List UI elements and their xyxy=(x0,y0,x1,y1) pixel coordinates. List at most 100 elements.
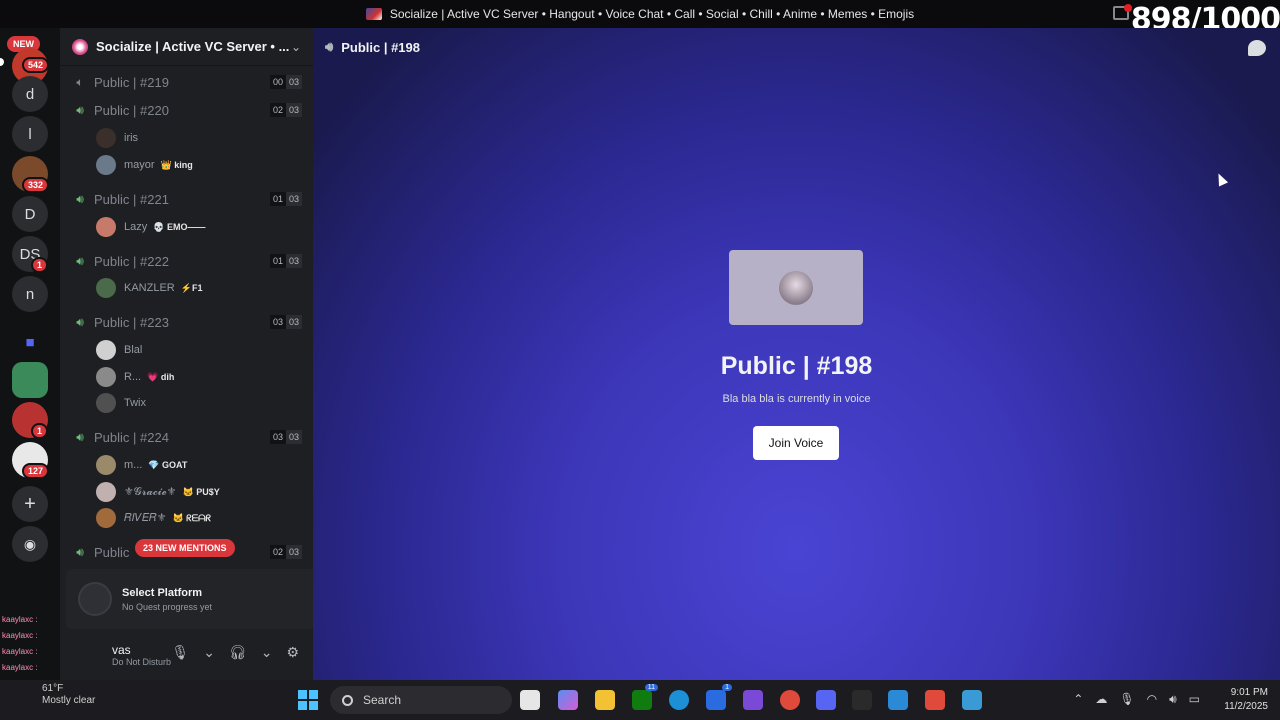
voice-user[interactable]: m... 💎 GOAT xyxy=(96,453,187,477)
store-icon[interactable]: 1 xyxy=(706,684,732,710)
add-server-icon[interactable]: + xyxy=(12,486,48,522)
windows-taskbar: 61°F Mostly clear Search 11 1 ⌃ ☁ 🎙︎ ◠ 🔊… xyxy=(0,680,1280,720)
voice-channel[interactable]: 🔊︎ Public | #220 02 03 xyxy=(72,98,302,122)
user-panel: vas Do Not Disturb 🎙︎ ⌄ 🎧︎ ⌄ ⚙ xyxy=(60,630,313,680)
voice-user[interactable]: Lazy 💀 EMO—— xyxy=(96,215,205,239)
app-icon[interactable] xyxy=(888,690,908,710)
voice-user[interactable]: iris xyxy=(96,126,138,150)
speaker-icon: 🔊︎ xyxy=(76,253,84,268)
server-icon-game[interactable] xyxy=(12,362,48,398)
server-badge-127: 127 xyxy=(22,463,50,479)
join-voice-button[interactable]: Join Voice xyxy=(753,426,839,460)
user-name: 𝑅𝐼𝑉𝐸𝑅⚜ xyxy=(124,512,167,524)
voice-user[interactable]: Twix xyxy=(96,391,146,415)
gear-icon[interactable]: ⚙ xyxy=(286,644,299,661)
taskbar-clock[interactable]: 9:01 PM 11/2/2025 xyxy=(1224,686,1268,714)
chevron-down-icon[interactable]: ⌄ xyxy=(261,644,273,661)
voice-channel[interactable]: 🔊︎ Public | #221 01 03 xyxy=(72,187,302,211)
user-name: Lazy xyxy=(124,221,148,233)
stream-chat-overlay: kaaylaxc : kaaylaxc : kaaylaxc : kaaylax… xyxy=(2,615,38,672)
chrome-icon[interactable] xyxy=(780,690,800,710)
avatar xyxy=(96,455,116,475)
user-name: R... xyxy=(124,371,142,383)
voice-user[interactable]: R... 💗 dih xyxy=(96,365,174,389)
microphone-icon[interactable]: 🎙︎ xyxy=(1119,692,1134,707)
voice-channel[interactable]: 🔈︎ Public | #219 00 03 xyxy=(72,70,302,94)
quest-subtitle: No Quest progress yet xyxy=(122,601,213,612)
channel-name: Public | #219 xyxy=(94,74,169,90)
user-name: Twix xyxy=(124,397,146,409)
server-badge-332: 332 xyxy=(22,177,50,193)
channel-header: 🔊︎ Public | #198 xyxy=(313,28,1280,66)
chevron-up-icon[interactable]: ⌃ xyxy=(1073,692,1083,707)
avatar xyxy=(96,393,116,413)
wifi-icon[interactable]: ◠ xyxy=(1147,692,1157,707)
avatar xyxy=(96,482,116,502)
voice-channel-subtitle: Bla bla bla is currently in voice xyxy=(722,393,871,405)
system-tray: ⌃ ☁ 🎙︎ ◠ 🔊︎ ▭ xyxy=(1073,692,1200,707)
username[interactable]: vas xyxy=(112,643,171,657)
voice-channel[interactable]: 🔊︎ Public | #223 03 03 xyxy=(72,310,302,334)
voice-user[interactable]: mayor 👑 king xyxy=(96,153,193,177)
speaker-icon: 🔊︎ xyxy=(76,429,84,444)
volume-icon[interactable]: 🔊︎ xyxy=(1169,692,1177,707)
chevron-down-icon[interactable]: ⌄ xyxy=(203,644,215,661)
server-badge-red: 1 xyxy=(31,423,49,439)
user-name: Blal xyxy=(124,344,143,356)
copilot-icon[interactable] xyxy=(558,690,578,710)
chat-bubble-icon[interactable] xyxy=(1248,40,1266,56)
user-name: mayor xyxy=(124,159,155,171)
server-icon xyxy=(72,38,88,55)
voice-channel[interactable]: 🔊︎ Public | #222 01 03 xyxy=(72,249,302,273)
app-icon[interactable] xyxy=(743,690,763,710)
user-tag: 👑 king xyxy=(160,159,193,170)
server-icon-l[interactable]: l xyxy=(12,116,48,152)
folder-icon[interactable]: ■ xyxy=(12,324,48,360)
task-view-icon[interactable] xyxy=(520,690,540,710)
speaker-icon: 🔊︎ xyxy=(76,544,84,559)
server-icon-d[interactable]: d xyxy=(12,76,48,112)
weather-widget[interactable]: 61°F Mostly clear xyxy=(42,683,95,707)
onedrive-icon[interactable]: ☁ xyxy=(1095,692,1107,707)
search-label: Search xyxy=(363,693,402,707)
server-icon-n[interactable]: n xyxy=(12,276,48,312)
channel-name: Public | #223 xyxy=(94,314,169,330)
voice-channel-title: Public | #198 xyxy=(720,352,873,380)
app-icon[interactable] xyxy=(962,690,982,710)
unread-pill xyxy=(0,58,4,66)
server-flag-icon xyxy=(365,8,382,20)
channel-name: Public | #220 xyxy=(94,102,169,118)
avatar xyxy=(96,217,116,237)
xbox-icon[interactable]: 11 xyxy=(632,684,658,710)
app-icon[interactable] xyxy=(925,690,945,710)
headphones-icon[interactable]: 🎧︎ xyxy=(229,644,247,661)
user-name: ⚜𝓖𝓻𝓪𝓬𝓲𝓮⚜ xyxy=(124,486,177,498)
user-count: 02 03 xyxy=(269,545,302,559)
voice-user[interactable]: KANZLER ⚡F1 xyxy=(96,276,202,300)
discover-compass-icon[interactable]: ◉ xyxy=(12,526,48,562)
voice-user[interactable]: Blal xyxy=(96,338,142,362)
user-tag: 🐱 ᖇᗴᗩᖇ xyxy=(172,512,211,523)
voice-user[interactable]: ⚜𝓖𝓻𝓪𝓬𝓲𝓮⚜ 🐱 PU$Y xyxy=(96,480,220,504)
app-icon[interactable] xyxy=(852,690,872,710)
edge-icon[interactable] xyxy=(669,690,689,710)
new-mentions-pill[interactable]: 23 NEW MENTIONS xyxy=(135,539,235,557)
speaker-icon: 🔊︎ xyxy=(325,39,334,54)
battery-icon[interactable]: ▭ xyxy=(1189,692,1200,707)
taskbar-search[interactable]: Search xyxy=(330,686,512,714)
windows-start-icon[interactable] xyxy=(298,690,318,710)
channel-name: Public | #224 xyxy=(94,429,169,445)
voice-user[interactable]: 𝑅𝐼𝑉𝐸𝑅⚜ 🐱 ᖇᗴᗩᖇ xyxy=(96,506,211,530)
user-count: 03 03 xyxy=(269,430,302,444)
avatar xyxy=(96,278,116,298)
chevron-down-icon[interactable]: ⌄ xyxy=(291,40,301,54)
channel-name: Public | #222 xyxy=(94,253,169,269)
discord-icon[interactable] xyxy=(816,690,836,710)
file-explorer-icon[interactable] xyxy=(595,690,615,710)
user-tag: 💀 EMO—— xyxy=(153,221,206,232)
server-header[interactable]: Socialize | Active VC Server • ... ⌄ xyxy=(60,28,313,66)
server-icon-D[interactable]: D xyxy=(12,196,48,232)
microphone-icon[interactable]: 🎙︎ xyxy=(171,644,189,661)
user-name: KANZLER xyxy=(124,282,175,294)
voice-channel[interactable]: 🔊︎ Public | #224 03 03 xyxy=(72,425,302,449)
